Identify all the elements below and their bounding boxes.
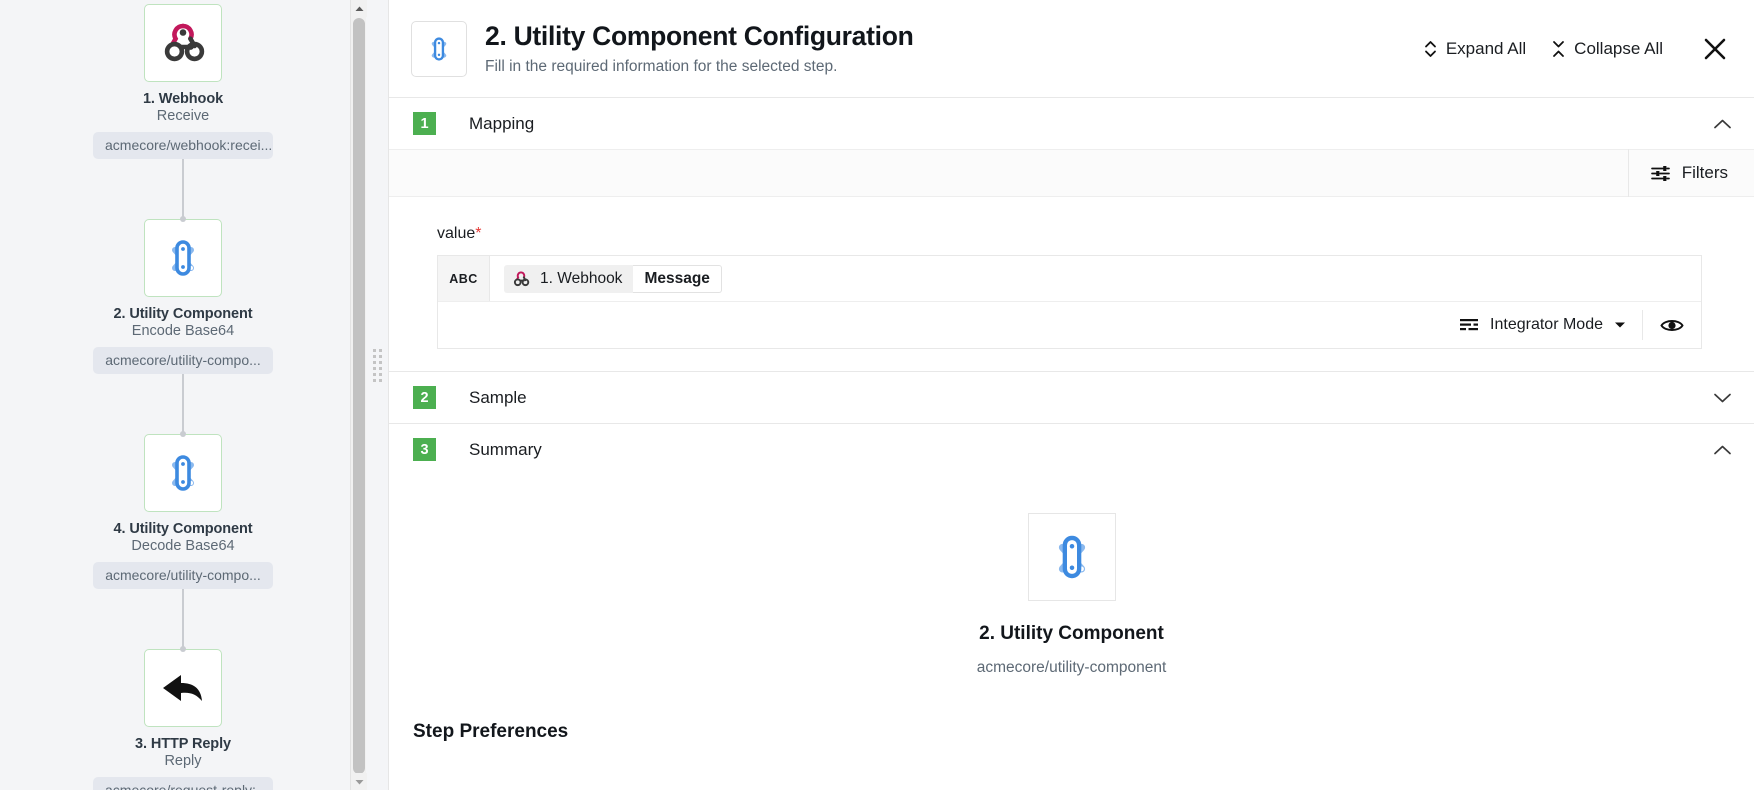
flow-node-title: 4. Utility Component bbox=[113, 521, 253, 537]
flow-node-http-reply[interactable]: 3. HTTP Reply Reply acmecore/request-rep… bbox=[68, 649, 298, 790]
value-field-label-text: value bbox=[437, 225, 476, 242]
flow-node-path: acmecore/utility-compo... bbox=[93, 562, 273, 589]
summary-step-icon-box bbox=[1027, 513, 1116, 601]
section-label-summary: Summary bbox=[469, 439, 542, 459]
collapse-chevrons-icon bbox=[1553, 40, 1565, 57]
step-preferences-heading: Step Preferences bbox=[413, 721, 569, 742]
expand-chevrons-icon bbox=[1424, 40, 1436, 57]
utility-component-icon bbox=[431, 36, 447, 61]
utility-component-icon bbox=[1058, 535, 1085, 579]
close-button[interactable] bbox=[1702, 36, 1728, 62]
value-field-input-row[interactable]: ABC 1. Webhook Message bbox=[438, 256, 1701, 302]
value-field-widget: ABC 1. Webhook Message Integrator Mode bbox=[437, 255, 1702, 349]
utility-component-icon bbox=[172, 455, 194, 491]
flow-node-utility-component-encode[interactable]: 2. Utility Component Encode Base64 acmec… bbox=[68, 219, 298, 374]
flow-node-path: acmecore/utility-compo... bbox=[93, 347, 273, 374]
required-marker: * bbox=[475, 225, 482, 242]
section-header-sample[interactable]: 2 Sample bbox=[389, 371, 1754, 423]
collapse-all-button[interactable]: Collapse All bbox=[1539, 33, 1676, 65]
chevron-down-icon bbox=[1714, 393, 1731, 402]
flow-node-utility-component-decode[interactable]: 4. Utility Component Decode Base64 acmec… bbox=[68, 434, 298, 589]
summary-step-title: 2. Utility Component bbox=[979, 623, 1164, 644]
flow-node-path: acmecore/webhook:recei... bbox=[93, 132, 273, 159]
eye-icon bbox=[1660, 319, 1684, 331]
filters-bar: Filters bbox=[389, 149, 1754, 197]
http-reply-icon bbox=[163, 675, 202, 701]
filters-button[interactable]: Filters bbox=[1629, 149, 1754, 197]
collapse-all-label: Collapse All bbox=[1574, 38, 1663, 58]
flow-node-path: acmecore/request-reply:... bbox=[93, 777, 273, 790]
summary-body: 2. Utility Component acmecore/utility-co… bbox=[389, 475, 1754, 743]
flow-node-title: 3. HTTP Reply bbox=[135, 736, 231, 752]
scroll-up-arrow-icon[interactable] bbox=[351, 0, 367, 17]
expand-all-button[interactable]: Expand All bbox=[1411, 33, 1539, 65]
value-token-area[interactable]: 1. Webhook Message bbox=[490, 256, 722, 301]
integrator-mode-dropdown[interactable]: Integrator Mode bbox=[1443, 302, 1642, 348]
flow-node-icon-box bbox=[144, 649, 222, 727]
flow-vertical-scrollbar[interactable] bbox=[350, 0, 367, 790]
flow-steps-panel: 1. Webhook Receive acmecore/webhook:rece… bbox=[0, 0, 388, 790]
flow-node-title: 2. Utility Component bbox=[113, 306, 253, 322]
scrollbar-thumb[interactable] bbox=[353, 18, 365, 774]
sliders-icon bbox=[1650, 165, 1670, 181]
mapping-token-property[interactable]: Message bbox=[633, 264, 722, 293]
section-number-badge: 3 bbox=[413, 438, 436, 461]
mapping-body: value* ABC 1. Webhook Message Integrator… bbox=[389, 197, 1754, 371]
filters-label: Filters bbox=[1681, 163, 1728, 182]
section-label-mapping: Mapping bbox=[469, 113, 535, 133]
configuration-header: 2. Utility Component Configuration Fill … bbox=[389, 0, 1754, 97]
preview-toggle-button[interactable] bbox=[1643, 302, 1701, 348]
summary-step-path: acmecore/utility-component bbox=[976, 659, 1167, 676]
flow-connector bbox=[180, 159, 186, 222]
grip-dots-icon bbox=[372, 348, 382, 382]
flow-node-subtitle: Reply bbox=[164, 753, 202, 769]
chevron-up-icon bbox=[1714, 119, 1731, 128]
flow-node-icon-box bbox=[144, 434, 222, 512]
flow-node-subtitle: Decode Base64 bbox=[131, 538, 235, 554]
webhook-icon bbox=[513, 270, 530, 286]
section-toggle-sample[interactable] bbox=[1713, 392, 1732, 404]
utility-component-icon bbox=[172, 240, 194, 276]
mapping-token-source-label: 1. Webhook bbox=[540, 269, 623, 287]
flow-node-icon-box bbox=[144, 4, 222, 82]
header-text-block: 2. Utility Component Configuration Fill … bbox=[485, 21, 1411, 75]
expand-all-label: Expand All bbox=[1445, 38, 1527, 58]
section-header-summary[interactable]: 3 Summary bbox=[389, 423, 1754, 475]
chevron-up-icon bbox=[1714, 445, 1731, 454]
section-number-badge: 2 bbox=[413, 386, 436, 409]
mapping-token-source[interactable]: 1. Webhook bbox=[504, 264, 634, 293]
value-field-label: value* bbox=[437, 225, 1730, 243]
section-number-badge: 1 bbox=[413, 112, 436, 135]
section-label-sample: Sample bbox=[469, 387, 527, 407]
section-toggle-summary[interactable] bbox=[1713, 444, 1732, 456]
header-actions: Expand All Collapse All bbox=[1411, 33, 1732, 65]
close-icon bbox=[1704, 38, 1726, 59]
configuration-panel: 2. Utility Component Configuration Fill … bbox=[388, 0, 1754, 790]
list-lines-icon bbox=[1460, 318, 1479, 330]
chevron-down-icon bbox=[1615, 322, 1625, 328]
panel-resize-handle[interactable] bbox=[366, 338, 388, 392]
workflow-configuration-screen: 1. Webhook Receive acmecore/webhook:rece… bbox=[0, 0, 1754, 790]
header-step-icon-box bbox=[411, 20, 467, 77]
flow-node-webhook[interactable]: 1. Webhook Receive acmecore/webhook:rece… bbox=[68, 4, 298, 159]
flow-node-title: 1. Webhook bbox=[142, 91, 224, 107]
flow-node-subtitle: Encode Base64 bbox=[131, 323, 235, 339]
flow-node-icon-box bbox=[144, 219, 222, 297]
flow-connector bbox=[180, 374, 186, 437]
scroll-down-arrow-icon[interactable] bbox=[351, 773, 367, 790]
flow-connector bbox=[180, 589, 186, 652]
section-toggle-mapping[interactable] bbox=[1713, 118, 1732, 130]
flow-scroll-area: 1. Webhook Receive acmecore/webhook:rece… bbox=[0, 0, 366, 790]
flow-node-subtitle: Receive bbox=[156, 108, 210, 124]
page-subtitle: Fill in the required information for the… bbox=[485, 57, 838, 75]
integrator-mode-label: Integrator Mode bbox=[1490, 316, 1603, 333]
page-title: 2. Utility Component Configuration bbox=[485, 21, 914, 52]
value-type-chip: ABC bbox=[438, 256, 490, 301]
section-header-mapping[interactable]: 1 Mapping bbox=[389, 97, 1754, 149]
value-field-toolbar: Integrator Mode bbox=[438, 302, 1701, 348]
webhook-icon bbox=[164, 23, 205, 62]
flow-node-list: 1. Webhook Receive acmecore/webhook:rece… bbox=[0, 0, 366, 790]
